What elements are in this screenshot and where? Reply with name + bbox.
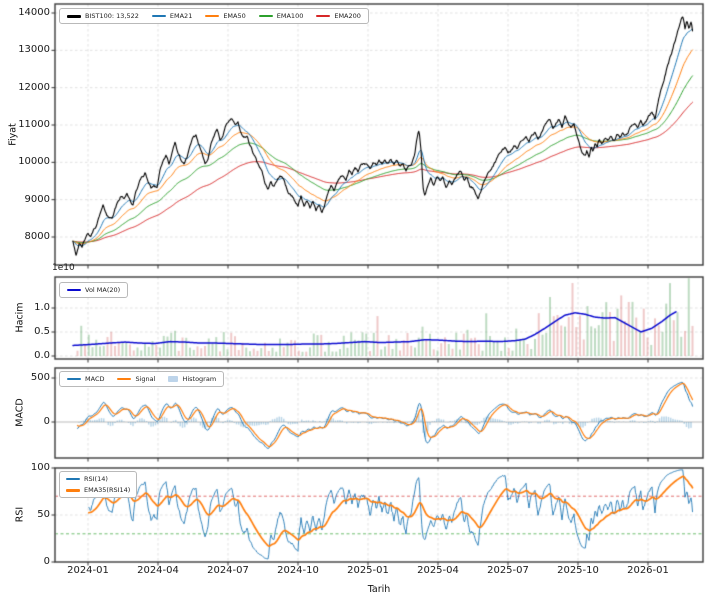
- legend-item-histogram: Histogram: [168, 375, 216, 383]
- price-ytick-12000: 12000: [0, 83, 50, 93]
- signal-legend-label: Signal: [135, 375, 155, 383]
- xtick-2024-10: 2024-10: [268, 565, 328, 576]
- price-ytick-8000: 8000: [0, 232, 50, 242]
- macd-axis-title: MACD: [15, 383, 26, 443]
- legend-item-ema200: EMA200: [316, 12, 361, 20]
- ema200-line-swatch: [316, 15, 330, 17]
- ema100-line-swatch: [259, 15, 273, 17]
- volume-legend: Vol MA(20): [59, 282, 128, 298]
- macd-legend: MACD Signal Histogram: [59, 371, 224, 387]
- xtick-2025-01: 2025-01: [338, 565, 398, 576]
- ema50-legend-label: EMA50: [223, 12, 245, 20]
- legend-item-rsi-ema: EMA35(RSI14): [66, 486, 130, 494]
- rsi-line-swatch: [66, 478, 80, 480]
- price-legend: BIST100: 13,522 EMA21 EMA50 EMA100 EMA20…: [59, 8, 369, 24]
- rsi-axis-title: RSI: [15, 485, 26, 545]
- histogram-swatch: [168, 376, 178, 382]
- ema21-legend-label: EMA21: [170, 12, 192, 20]
- legend-item-bist100: BIST100: 13,522: [67, 12, 139, 20]
- rsi-ytick-0: 0: [0, 557, 50, 567]
- volma-line-swatch: [67, 289, 81, 291]
- legend-item-ema50: EMA50: [205, 12, 245, 20]
- chart-canvas: [0, 0, 708, 600]
- legend-item-ema21: EMA21: [152, 12, 192, 20]
- xtick-2024-07: 2024-07: [198, 565, 258, 576]
- rsi-legend: RSI(14) EMA35(RSI14): [59, 471, 137, 498]
- price-ytick-13000: 13000: [0, 45, 50, 55]
- rsi-ema-legend-label: EMA35(RSI14): [84, 486, 130, 494]
- x-axis-title: Tarih: [349, 584, 409, 595]
- price-ytick-14000: 14000: [0, 8, 50, 18]
- signal-line-swatch: [117, 378, 131, 380]
- price-axis-title: Fiyat: [8, 105, 19, 165]
- ema21-line-swatch: [152, 15, 166, 17]
- volume-axis-title: Hacim: [15, 288, 26, 348]
- volume-ytick-0: 0.0: [0, 351, 50, 361]
- macd-line-swatch: [67, 378, 81, 380]
- ema50-line-swatch: [205, 15, 219, 17]
- volume-scale-offset-label: 1e10: [52, 263, 75, 273]
- rsi-legend-label: RSI(14): [84, 475, 108, 483]
- rsi-ema-line-swatch: [66, 489, 80, 492]
- legend-item-rsi: RSI(14): [66, 475, 108, 483]
- technical-analysis-figure: 8000 9000 10000 11000 12000 13000 14000 …: [0, 0, 708, 600]
- legend-item-volma: Vol MA(20): [67, 286, 120, 294]
- histogram-legend-label: Histogram: [182, 375, 216, 383]
- volma-legend-label: Vol MA(20): [85, 286, 120, 294]
- xtick-2024-04: 2024-04: [128, 565, 188, 576]
- legend-item-signal: Signal: [117, 375, 155, 383]
- xtick-2026-01: 2026-01: [618, 565, 678, 576]
- ema100-legend-label: EMA100: [277, 12, 304, 20]
- bist100-legend-label: BIST100: 13,522: [85, 12, 139, 20]
- macd-ytick-500: 500: [0, 373, 50, 383]
- rsi-ytick-100: 100: [0, 463, 50, 473]
- ema200-legend-label: EMA200: [334, 12, 361, 20]
- macd-legend-label: MACD: [85, 375, 104, 383]
- xtick-2024-01: 2024-01: [58, 565, 118, 576]
- bist100-line-swatch: [67, 15, 81, 18]
- xtick-2025-10: 2025-10: [548, 565, 608, 576]
- xtick-2025-07: 2025-07: [478, 565, 538, 576]
- legend-item-ema100: EMA100: [259, 12, 304, 20]
- price-ytick-9000: 9000: [0, 195, 50, 205]
- xtick-2025-04: 2025-04: [408, 565, 468, 576]
- legend-item-macd: MACD: [67, 375, 104, 383]
